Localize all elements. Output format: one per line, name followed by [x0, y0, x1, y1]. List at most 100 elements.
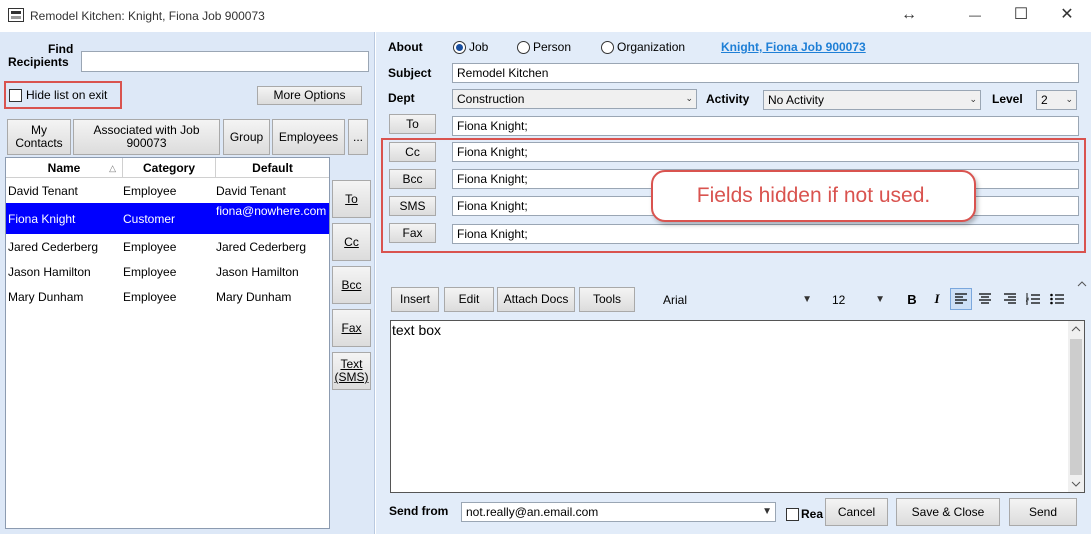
subject-label: Subject [388, 66, 432, 80]
scrollbar-thumb[interactable] [1070, 339, 1082, 475]
cell-default: fiona@nowhere.com [216, 204, 327, 218]
align-center-icon [979, 293, 991, 304]
scroll-up-button[interactable] [1068, 321, 1084, 337]
tools-button[interactable]: Tools [579, 287, 635, 312]
send-from-value: not.really@an.email.com [466, 505, 599, 519]
cell-category: Employee [123, 265, 177, 279]
add-bcc-button[interactable]: Bcc [332, 266, 371, 304]
cell-name: Jared Cederberg [8, 240, 99, 254]
toolbar-scroll-up-icon[interactable] [1077, 277, 1091, 297]
add-text-sms-button[interactable]: Text (SMS) [332, 352, 371, 390]
cell-name: Fiona Knight [8, 212, 76, 226]
font-size-value: 12 [832, 293, 846, 307]
numbered-list-button[interactable] [1022, 288, 1044, 310]
about-person-radio[interactable] [517, 41, 530, 54]
level-label: Level [992, 92, 1023, 106]
title-bar: Remodel Kitchen: Knight, Fiona Job 90007… [0, 0, 1091, 32]
align-center-button[interactable] [974, 288, 996, 310]
close-button[interactable]: ✕ [1044, 0, 1090, 30]
sms-button[interactable]: SMS [389, 196, 436, 216]
save-close-button[interactable]: Save & Close [896, 498, 1000, 526]
activity-select[interactable]: No Activity ⌄ [763, 90, 981, 110]
contacts-grid[interactable]: Name △ Category Default David Tenant Emp… [5, 157, 330, 529]
find-recipients-input[interactable] [81, 51, 369, 72]
column-header-category[interactable]: Category [123, 158, 216, 178]
about-job-radio[interactable] [453, 41, 466, 54]
align-left-icon [955, 293, 967, 304]
about-person-label: Person [533, 40, 572, 54]
add-to-button[interactable]: To [332, 180, 371, 218]
align-right-button[interactable] [999, 288, 1021, 310]
cell-category: Customer [123, 212, 176, 226]
column-header-default[interactable]: Default [216, 158, 329, 178]
cc-field[interactable]: Fiona Knight; [452, 142, 1079, 162]
table-row-selected[interactable]: Fiona Knight Customer fiona@nowhere.com [6, 203, 329, 234]
maximize-button[interactable]: ☐ [998, 0, 1044, 30]
column-header-name-label: Name [47, 161, 81, 175]
window-title: Remodel Kitchen: Knight, Fiona Job 90007… [30, 9, 265, 23]
tab-group[interactable]: Group [223, 119, 270, 155]
more-options-button[interactable]: More Options [257, 86, 362, 105]
font-size-select[interactable]: 12 ▼ [827, 290, 889, 310]
edit-button[interactable]: Edit [444, 287, 494, 312]
level-select[interactable]: 2 ⌄ [1036, 90, 1077, 110]
cancel-button[interactable]: Cancel [825, 498, 888, 526]
hide-list-label: Hide list on exit [26, 88, 108, 102]
tab-more[interactable]: ... [348, 119, 368, 155]
add-fax-button[interactable]: Fax [332, 309, 371, 347]
about-job-link[interactable]: Knight, Fiona Job 900073 [721, 40, 866, 54]
minimize-button[interactable]: — [952, 0, 998, 30]
attach-docs-button[interactable]: Attach Docs [497, 287, 575, 312]
table-row[interactable]: David Tenant Employee David Tenant [6, 180, 329, 202]
send-button[interactable]: Send [1009, 498, 1077, 526]
align-left-button[interactable] [950, 288, 972, 310]
read-receipt-checkbox[interactable] [786, 508, 799, 521]
add-cc-button[interactable]: Cc [332, 223, 371, 261]
dropdown-arrow-icon: ▼ [875, 294, 885, 305]
tab-employees[interactable]: Employees [272, 119, 345, 155]
bulleted-list-icon [1050, 293, 1064, 305]
tab-associated-job[interactable]: Associated with Job 900073 [73, 119, 220, 155]
activity-select-value: No Activity [768, 93, 825, 107]
to-field[interactable]: Fiona Knight; [452, 116, 1079, 136]
about-organization-radio[interactable] [601, 41, 614, 54]
activity-label: Activity [706, 92, 750, 106]
fax-button[interactable]: Fax [389, 223, 436, 243]
font-family-select[interactable]: Arial ▼ [658, 290, 816, 310]
cell-name: Jason Hamilton [8, 265, 91, 279]
cell-default: Jason Hamilton [216, 265, 299, 279]
cell-default: Mary Dunham [216, 290, 292, 304]
table-row[interactable]: Jared Cederberg Employee Jared Cederberg [6, 238, 329, 260]
insert-button[interactable]: Insert [391, 287, 439, 312]
send-from-select[interactable]: not.really@an.email.com ▼ [461, 502, 776, 522]
cell-default: David Tenant [216, 184, 286, 198]
fax-field[interactable]: Fiona Knight; [452, 224, 1079, 244]
hide-list-checkbox[interactable] [9, 89, 22, 102]
font-family-value: Arial [663, 293, 688, 307]
italic-button[interactable]: I [926, 288, 948, 310]
column-header-name[interactable]: Name △ [6, 158, 123, 178]
bold-button[interactable]: B [901, 288, 923, 310]
sort-ascending-icon: △ [109, 163, 116, 173]
chevron-down-icon [1071, 481, 1081, 487]
scroll-down-button[interactable] [1068, 476, 1084, 492]
level-select-value: 2 [1041, 93, 1048, 107]
cell-category: Employee [123, 184, 177, 198]
about-organization-label: Organization [617, 40, 686, 54]
dropdown-arrow-icon: ▼ [802, 294, 812, 305]
bcc-button[interactable]: Bcc [389, 169, 436, 189]
table-row[interactable]: Mary Dunham Employee Mary Dunham [6, 288, 329, 310]
dept-select[interactable]: Construction ⌄ [452, 89, 697, 109]
bulleted-list-button[interactable] [1046, 288, 1068, 310]
to-button[interactable]: To [389, 114, 436, 134]
vertical-scrollbar[interactable] [1068, 321, 1084, 492]
tab-my-contacts[interactable]: My Contacts [7, 119, 71, 155]
table-row[interactable]: Jason Hamilton Employee Jason Hamilton [6, 263, 329, 285]
dept-label: Dept [388, 91, 415, 105]
about-job-label: Job [469, 40, 489, 54]
subject-input[interactable]: Remodel Kitchen [452, 63, 1079, 83]
cc-button[interactable]: Cc [389, 142, 436, 162]
cell-default: Jared Cederberg [216, 240, 307, 254]
message-body[interactable]: text box [390, 320, 1085, 493]
chevron-down-icon: ⌄ [969, 94, 977, 104]
